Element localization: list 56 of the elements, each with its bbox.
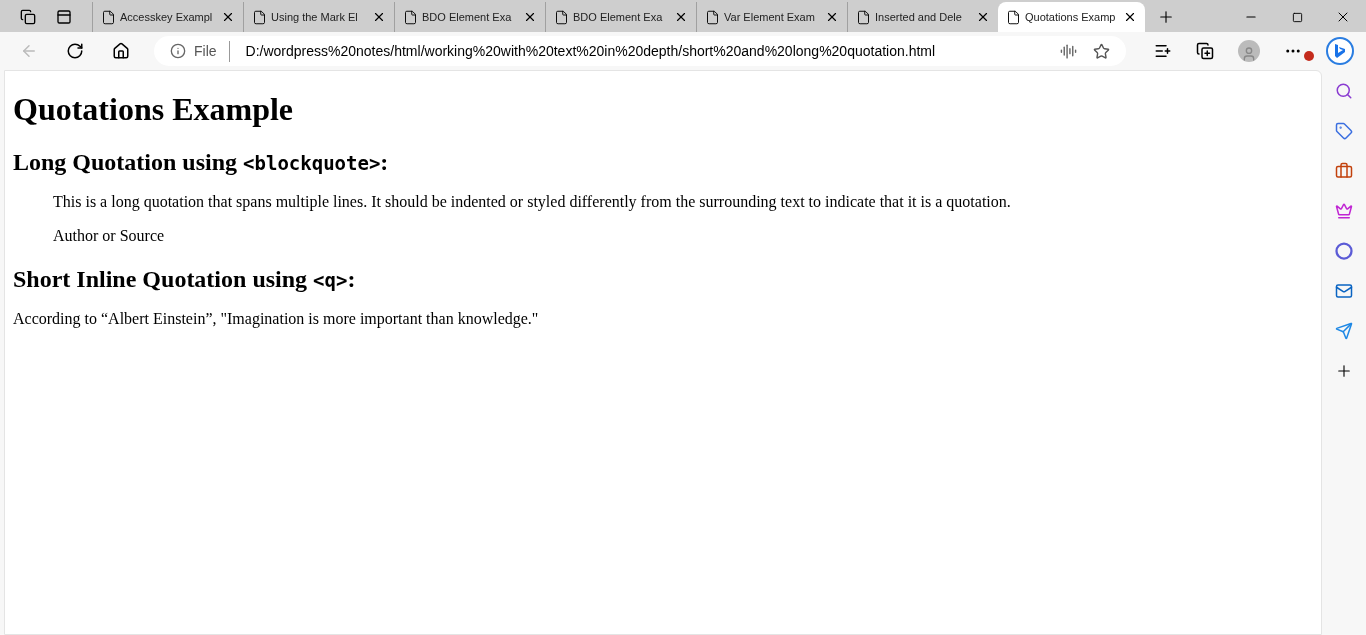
paragraph-text: According to “Albert Einstein”, "Imagination is more important than knowledge." bbox=[13, 310, 540, 328]
tab-title: Inserted and Dele bbox=[875, 9, 963, 25]
address-bar[interactable]: File D:/wordpress%20notes/html/working%20with%20text%20in%20depth/short%20and%20long%20quotation.html bbox=[154, 36, 1126, 66]
search-icon[interactable] bbox=[1335, 82, 1353, 100]
browser-tab[interactable]: Using the Mark El bbox=[243, 2, 394, 32]
briefcase-icon[interactable] bbox=[1335, 162, 1353, 180]
tab-title: BDO Element Exa bbox=[573, 9, 664, 25]
new-tab-icon[interactable] bbox=[1157, 8, 1175, 26]
restore-icon[interactable] bbox=[1291, 11, 1303, 23]
page-icon bbox=[403, 9, 418, 25]
tab-title: Using the Mark El bbox=[271, 9, 359, 25]
browser-tab[interactable]: Var Element Exam bbox=[696, 2, 847, 32]
read-aloud-icon[interactable] bbox=[1060, 42, 1077, 60]
tab-title: Accesskey Exampl bbox=[120, 9, 214, 25]
scheme-label: File bbox=[194, 40, 230, 62]
update-badge-icon bbox=[1304, 51, 1314, 61]
page-icon bbox=[856, 9, 871, 25]
close-icon[interactable] bbox=[674, 10, 688, 24]
browser-tab[interactable]: BDO Element Exa bbox=[545, 2, 696, 32]
browser-tab[interactable]: Accesskey Exampl bbox=[92, 2, 243, 32]
home-icon[interactable] bbox=[112, 42, 130, 60]
tab-title: BDO Element Exa bbox=[422, 9, 513, 25]
page-icon bbox=[252, 9, 267, 25]
page-icon bbox=[554, 9, 569, 25]
favorites-icon[interactable] bbox=[1154, 42, 1172, 60]
mail-icon[interactable] bbox=[1335, 282, 1353, 300]
section-heading: Long Quotation using <blockquote>: bbox=[13, 148, 389, 177]
send-icon[interactable] bbox=[1335, 322, 1353, 340]
reload-icon[interactable] bbox=[66, 42, 84, 60]
quotation-text: Author or Source bbox=[53, 227, 166, 245]
browser-tab[interactable]: BDO Element Exa bbox=[394, 2, 545, 32]
close-icon[interactable] bbox=[523, 10, 537, 24]
workspaces-icon[interactable] bbox=[20, 9, 36, 25]
copilot-logo-icon[interactable] bbox=[1326, 37, 1354, 65]
ring-icon[interactable] bbox=[1335, 242, 1353, 260]
tab-title: Quotations Examp bbox=[1025, 9, 1117, 25]
section-heading: Short Inline Quotation using <q>: bbox=[13, 265, 356, 294]
page-icon bbox=[705, 9, 720, 25]
close-icon[interactable] bbox=[1123, 10, 1137, 24]
quotation-text: This is a long quotation that spans multiple lines. It should be indented or styled differently from the surrounding text to indicate that it is a quotation. bbox=[53, 193, 1012, 211]
close-icon[interactable] bbox=[825, 10, 839, 24]
url-text: D:/wordpress%20notes/html/working%20with%20text%20in%20depth/short%20and%20long%20quotation.html bbox=[245, 41, 937, 61]
browser-tab[interactable]: Quotations Examp bbox=[998, 2, 1145, 32]
tab-actions-icon[interactable] bbox=[56, 9, 72, 25]
close-icon[interactable] bbox=[221, 10, 235, 24]
collections-icon[interactable] bbox=[1196, 42, 1214, 60]
add-icon[interactable] bbox=[1335, 362, 1353, 380]
close-icon[interactable] bbox=[976, 10, 990, 24]
info-icon bbox=[170, 43, 186, 59]
page-title: Quotations Example bbox=[13, 91, 294, 128]
tab-title: Var Element Exam bbox=[724, 9, 816, 25]
profile-avatar[interactable] bbox=[1238, 40, 1260, 62]
tag-icon[interactable] bbox=[1335, 122, 1353, 140]
close-icon[interactable] bbox=[372, 10, 386, 24]
page-icon bbox=[1006, 9, 1021, 25]
page-icon bbox=[101, 9, 116, 25]
